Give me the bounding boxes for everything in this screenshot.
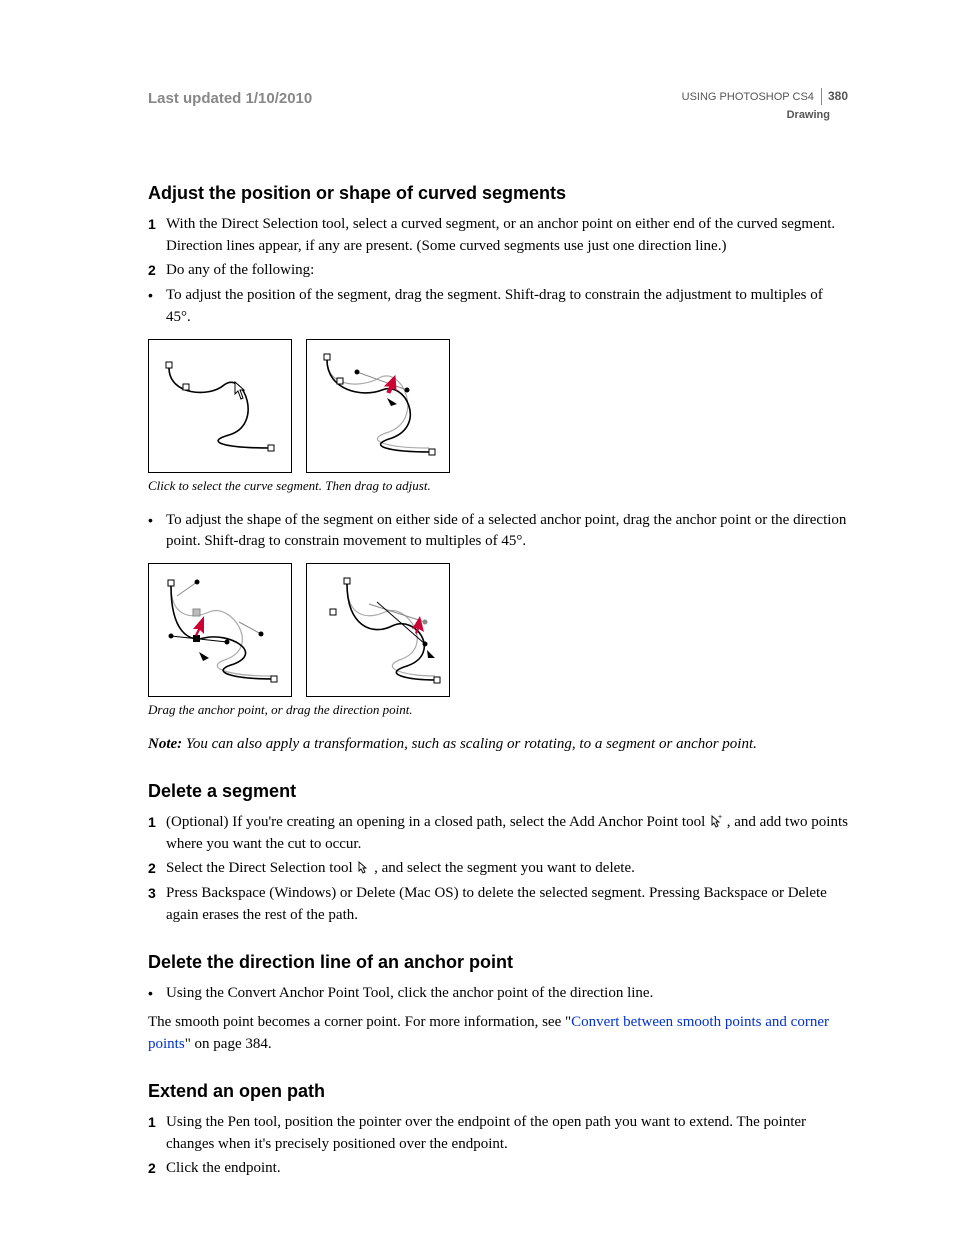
note: Note: You can also apply a transformatio…: [148, 734, 848, 756]
figure-caption-1: Click to select the curve segment. Then …: [148, 477, 848, 496]
chapter-name: Drawing: [682, 108, 848, 124]
note-label: Note:: [148, 736, 182, 752]
header-right: USING PHOTOSHOP CS4 380 Drawing: [682, 88, 848, 124]
heading-adjust-curved: Adjust the position or shape of curved s…: [148, 180, 848, 206]
step: 2 Select the Direct Selection tool , and…: [148, 858, 848, 880]
curve-drag-illustration-icon: [307, 340, 449, 472]
heading-extend-path: Extend an open path: [148, 1078, 848, 1104]
bullet-text: Using the Convert Anchor Point Tool, cli…: [166, 985, 653, 1001]
svg-text:+: +: [718, 814, 722, 821]
figure-row-1: [148, 339, 848, 473]
steps-extend: 1Using the Pen tool, position the pointe…: [148, 1112, 848, 1180]
bullet-text: To adjust the position of the segment, d…: [166, 287, 823, 325]
page-header: Last updated 1/10/2010 USING PHOTOSHOP C…: [148, 88, 848, 124]
step: 2Click the endpoint.: [148, 1158, 848, 1180]
step-text-a: Select the Direct Selection tool: [166, 860, 356, 876]
step: 3Press Backspace (Windows) or Delete (Ma…: [148, 883, 848, 927]
heading-delete-direction-line: Delete the direction line of an anchor p…: [148, 949, 848, 975]
figure-select-curve: [148, 339, 292, 473]
note-text: You can also apply a transformation, suc…: [182, 736, 757, 752]
page-number: 380: [821, 88, 848, 105]
direction-drag-illustration-icon: [307, 564, 449, 696]
bullet-text: To adjust the shape of the segment on ei…: [166, 512, 846, 550]
step-text: With the Direct Selection tool, select a…: [166, 216, 835, 254]
step: 2Do any of the following:: [148, 260, 848, 282]
paragraph: The smooth point becomes a corner point.…: [148, 1012, 848, 1056]
figure-drag-curve: [306, 339, 450, 473]
step-text-a: (Optional) If you're creating an opening…: [166, 814, 709, 830]
figure-row-2: [148, 563, 848, 697]
bullet: •To adjust the position of the segment, …: [148, 285, 848, 329]
bullets-delete-direction: •Using the Convert Anchor Point Tool, cl…: [148, 983, 848, 1005]
page: Last updated 1/10/2010 USING PHOTOSHOP C…: [0, 0, 954, 1246]
step: 1 (Optional) If you're creating an openi…: [148, 812, 848, 856]
step-text: Do any of the following:: [166, 262, 314, 278]
product-name: USING PHOTOSHOP CS4: [682, 90, 814, 106]
step-text: Press Backspace (Windows) or Delete (Mac…: [166, 885, 827, 923]
step-text: Using the Pen tool, position the pointer…: [166, 1114, 806, 1152]
para-text-b: " on page 384.: [185, 1036, 272, 1052]
anchor-drag-illustration-icon: [149, 564, 291, 696]
step: 1With the Direct Selection tool, select …: [148, 214, 848, 258]
figure-caption-2: Drag the anchor point, or drag the direc…: [148, 701, 848, 720]
figure-drag-anchor: [148, 563, 292, 697]
steps-adjust: 1With the Direct Selection tool, select …: [148, 214, 848, 329]
bullet: •Using the Convert Anchor Point Tool, cl…: [148, 983, 848, 1005]
steps-delete-segment: 1 (Optional) If you're creating an openi…: [148, 812, 848, 927]
step-text-b: , and select the segment you want to del…: [374, 860, 635, 876]
heading-delete-segment: Delete a segment: [148, 778, 848, 804]
bullet: •To adjust the shape of the segment on e…: [148, 510, 848, 554]
para-text-a: The smooth point becomes a corner point.…: [148, 1014, 571, 1030]
bullets-adjust-2: •To adjust the shape of the segment on e…: [148, 510, 848, 554]
step: 1Using the Pen tool, position the pointe…: [148, 1112, 848, 1156]
step-text: Click the endpoint.: [166, 1160, 281, 1176]
curve-select-illustration-icon: [149, 340, 291, 472]
figure-drag-direction: [306, 563, 450, 697]
last-updated: Last updated 1/10/2010: [148, 88, 312, 110]
direct-selection-tool-icon: [356, 860, 370, 874]
add-anchor-point-tool-icon: +: [709, 814, 723, 828]
